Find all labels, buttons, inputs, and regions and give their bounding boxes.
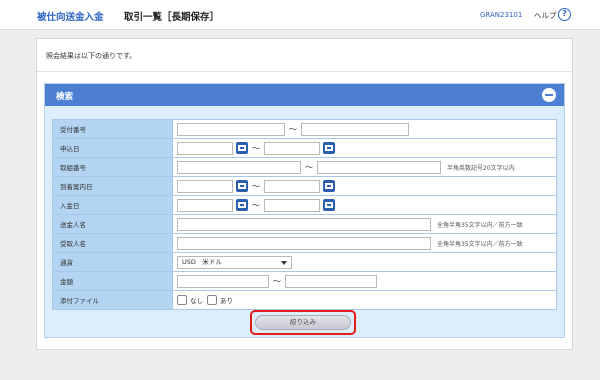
results-panel: 照会結果は以下の通りです。 検索 受付番号 ～ 申込日 ～ 取組番号 ～ 半角英… xyxy=(36,38,573,350)
calendar-icon[interactable] xyxy=(323,199,335,211)
calendar-icon[interactable] xyxy=(236,199,248,211)
field-label: 受付番号 xyxy=(52,119,173,139)
collapse-icon[interactable] xyxy=(542,88,556,102)
input-hint: 全角半角35文字以内／前方一致 xyxy=(437,221,523,229)
calendar-icon[interactable] xyxy=(323,142,335,154)
divider xyxy=(37,71,572,72)
form-row-deposit-date: 入金日 ～ xyxy=(52,195,557,215)
amount-to-input[interactable] xyxy=(285,274,377,288)
range-tilde: ～ xyxy=(305,162,313,172)
form-row-currency: 通貨 USD 米ドル xyxy=(52,252,557,272)
field-label: 通貨 xyxy=(52,252,173,272)
input-hint: 半角英数記号20文字以内 xyxy=(447,164,515,172)
amount-from-input[interactable] xyxy=(177,274,269,288)
field-label: 受取人名 xyxy=(52,233,173,253)
field-label: 添付ファイル xyxy=(52,290,173,310)
form-row-application-date: 申込日 ～ xyxy=(52,138,557,158)
checkbox-label: あり xyxy=(220,297,233,305)
range-tilde: ～ xyxy=(289,124,297,134)
reception-number-to-input[interactable] xyxy=(301,122,409,136)
search-title: 検索 xyxy=(56,92,74,102)
help-link[interactable]: ヘルプ xyxy=(534,10,557,21)
deposit-date-from-input[interactable] xyxy=(177,198,233,212)
app-title[interactable]: 被仕向送金入金 xyxy=(37,9,104,23)
transaction-number-from-input[interactable] xyxy=(177,160,301,174)
calendar-icon[interactable] xyxy=(323,180,335,192)
filter-button-highlight: 絞り込み xyxy=(250,310,356,335)
recipient-name-input[interactable] xyxy=(177,236,431,250)
application-date-from-input[interactable] xyxy=(177,141,233,155)
field-label: 到着案内日 xyxy=(52,176,173,196)
arrival-date-from-input[interactable] xyxy=(177,179,233,193)
remitter-name-input[interactable] xyxy=(177,217,431,231)
calendar-icon[interactable] xyxy=(236,180,248,192)
form-row-recipient-name: 受取人名 全角半角35文字以内／前方一致 xyxy=(52,233,557,253)
form-row-reception-number: 受付番号 ～ xyxy=(52,119,557,139)
form-row-amount: 金額 ～ xyxy=(52,271,557,291)
field-label: 送金人名 xyxy=(52,214,173,234)
range-tilde: ～ xyxy=(252,143,260,153)
filter-button[interactable]: 絞り込み xyxy=(255,315,351,330)
field-label: 入金日 xyxy=(52,195,173,215)
input-hint: 全角半角35文字以内／前方一致 xyxy=(437,240,523,248)
help-icon[interactable]: ? xyxy=(558,8,571,21)
range-tilde: ～ xyxy=(252,181,260,191)
calendar-icon[interactable] xyxy=(236,142,248,154)
deposit-date-to-input[interactable] xyxy=(264,198,320,212)
search-section: 検索 受付番号 ～ 申込日 ～ 取組番号 ～ 半角英数記号20文字以内 到着案内日… xyxy=(44,83,565,338)
form-row-transaction-number: 取組番号 ～ 半角英数記号20文字以内 xyxy=(52,157,557,177)
transaction-number-to-input[interactable] xyxy=(317,160,441,174)
checkbox-label: なし xyxy=(190,297,203,305)
range-tilde: ～ xyxy=(252,200,260,210)
result-message: 照会結果は以下の通りです。 xyxy=(46,52,137,60)
arrival-date-to-input[interactable] xyxy=(264,179,320,193)
top-bar: 被仕向送金入金 取引一覧［長期保存］ GRAN23101 ヘルプ ? xyxy=(0,0,600,30)
form-row-arrival-notice-date: 到着案内日 ～ xyxy=(52,176,557,196)
application-date-to-input[interactable] xyxy=(264,141,320,155)
dropdown-arrow-icon xyxy=(281,260,287,265)
field-label: 取組番号 xyxy=(52,157,173,177)
form-row-attachment: 添付ファイル なし あり xyxy=(52,290,557,310)
reception-number-from-input[interactable] xyxy=(177,122,285,136)
form-row-remitter-name: 送金人名 全角半角35文字以内／前方一致 xyxy=(52,214,557,234)
currency-select[interactable]: USD 米ドル xyxy=(177,255,292,269)
field-label: 金額 xyxy=(52,271,173,291)
screen-id: GRAN23101 xyxy=(480,11,523,19)
attachment-exists-checkbox[interactable] xyxy=(207,295,217,305)
field-label: 申込日 xyxy=(52,138,173,158)
page-title: 取引一覧［長期保存］ xyxy=(124,12,220,23)
attachment-none-checkbox[interactable] xyxy=(177,295,187,305)
currency-selected-value: USD 米ドル xyxy=(182,257,222,266)
range-tilde: ～ xyxy=(273,276,281,286)
search-header[interactable]: 検索 xyxy=(45,84,564,106)
search-form: 受付番号 ～ 申込日 ～ 取組番号 ～ 半角英数記号20文字以内 到着案内日 ～ … xyxy=(52,119,557,310)
